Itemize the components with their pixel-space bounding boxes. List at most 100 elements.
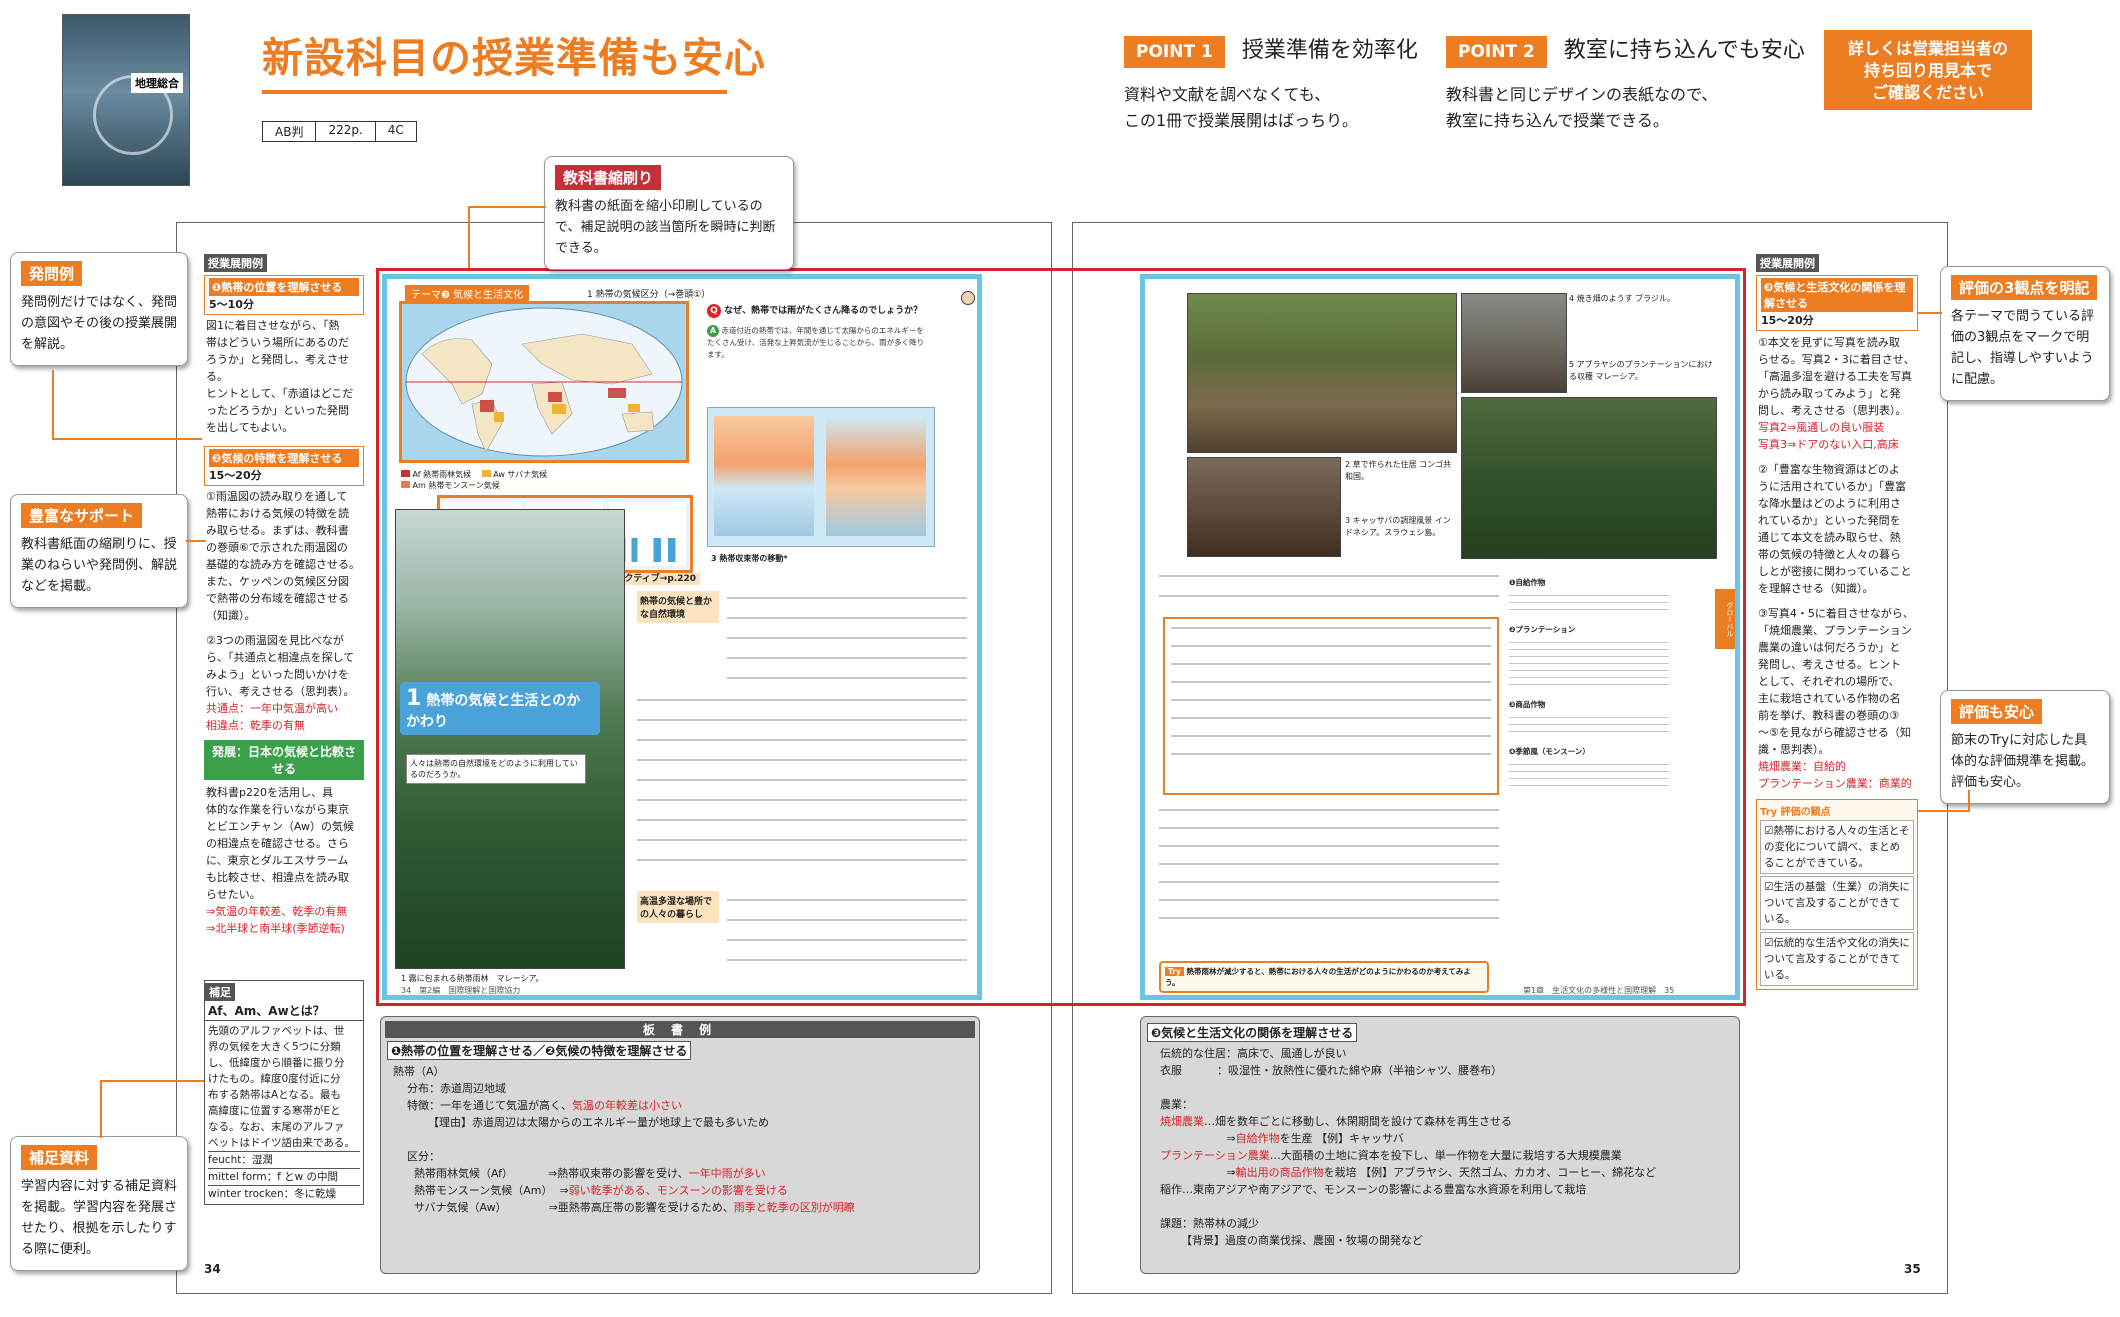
diagram-panel-1 — [714, 416, 814, 536]
text-line: 行い、考えさせる（思判表）。 — [206, 685, 355, 698]
text-line: ②「豊富な生物資源はどのよ — [1758, 463, 1900, 476]
try-text: 熱帯雨林が減少すると、熱帯における人々の生活がどのようにかわるのか考えてみよう。 — [1165, 967, 1471, 987]
objective-2-time: 15～20分 — [209, 469, 262, 482]
diagram-panel-2 — [826, 416, 926, 536]
connector-supplement-v — [100, 1080, 102, 1138]
checkbox-icon: ☑ — [1764, 825, 1774, 837]
connector-three-views — [1918, 312, 1942, 314]
objective-3-time: 15～20分 — [1761, 314, 1814, 327]
callout-support-text: 教科書紙面の縮刷りに、授業のねらいや発問例、解説などを掲載。 — [21, 537, 178, 594]
text-line: の巻頭⑥で示された雨温図の — [206, 541, 348, 554]
point-2: POINT 2 教室に持ち込んでも安心 教科書と同じデザインの表紙なので、 教室… — [1446, 32, 1805, 134]
callout-three-views-tag: 評価の3観点を明記 — [1951, 275, 2098, 300]
glossary: ❶自給作物 ❷プランテーション ❸商品作物 ❹季節風（モンスーン） — [1509, 577, 1669, 792]
board-line: ⇒自給作物を生産 【例】キャッサバ — [1153, 1132, 1404, 1145]
text-line: 前を挙げ、教科書の巻頭の③ — [1758, 709, 1900, 722]
callout-three-views: 評価の3観点を明記 各テーマで問うている評価の3観点をマークで明記し、指導しやす… — [1940, 266, 2110, 401]
board-line: 熱帯（A） — [393, 1065, 445, 1078]
connector-question-v — [52, 370, 54, 440]
point-2-text-2: 教室に持ち込んで授業できる。 — [1446, 111, 1669, 130]
gloss-2: ❷プランテーション — [1509, 625, 1576, 634]
highlight-paragraph — [1163, 617, 1499, 795]
supplement-text: 先頭のアルファベットは、世 界の気候を大きく5つに分類 し、低緯度から順番に振り… — [205, 1021, 363, 1204]
photo-cassava — [1187, 457, 1341, 557]
callout-question-text: 発問例だけではなく、発問の意図やその後の授業展開を解説。 — [21, 295, 178, 352]
subhead-2: 高温多湿な場所での人々の暮らし — [637, 891, 719, 923]
photo-slash-burn — [1461, 293, 1567, 393]
diagram-caption: 3 熱帯収束帯の移動* — [711, 554, 788, 563]
world-map-svg — [405, 307, 683, 457]
point-1-text-1: 資料や文献を調べなくても、 — [1124, 85, 1331, 104]
text-line: らせる。写真2・3に着目させ、 — [1758, 353, 1915, 366]
callout-eval: 評価も安心 節末のTryに対応した具体的な評価規準を掲載。評価も安心。 — [1940, 690, 2110, 804]
red-note: 焼畑農業：自給的 — [1758, 760, 1846, 773]
red-note: プランテーション農業：商業的 — [1758, 777, 1912, 790]
text-line: 熱帯における気候の特徴を読 — [206, 507, 349, 520]
text-line: 主に栽培されている作物の名 — [1758, 692, 1901, 705]
gloss-1: ❶自給作物 — [1509, 578, 1546, 587]
chapter-tab: グローバル — [1715, 589, 1735, 649]
right-side-title: 授業展開例 — [1756, 254, 1819, 272]
spec-size: AB判 — [263, 122, 317, 141]
callout-supplement-tag: 補足資料 — [21, 1145, 98, 1170]
board-line: 焼畑農業…畑を数年ごとに移動し、休閑期間を設けて森林を再生させる — [1160, 1115, 1512, 1128]
text-line: mittel form：f とw の中間 — [208, 1168, 360, 1185]
objective-1: ❶熱帯の位置を理解させる 5～10分 — [204, 275, 364, 315]
try-criteria-head: Try 評価の観点 — [1760, 807, 1831, 818]
legend-swatch-af — [401, 470, 410, 477]
cover-label: 地理総合 — [131, 73, 183, 93]
photo-grass-house — [1187, 293, 1457, 453]
board-example-right: ❸気候と生活文化の関係を理解させる 伝統的な住居：高床で、風通しが良い 衣服 ：… — [1140, 1016, 1740, 1274]
text-line: 先頭のアルファベットは、世 — [208, 1025, 345, 1037]
legend-swatch-am — [401, 481, 410, 488]
board-line: 課題：熱帯林の減少 — [1153, 1217, 1259, 1230]
text-line: 識・思判表）。 — [1758, 743, 1830, 756]
board-left-title: ❶熱帯の位置を理解させる／❷気候の特徴を理解させる — [387, 1041, 692, 1060]
text-line: なる。なお、末尾のアルファ — [208, 1121, 345, 1133]
callout-question-tag: 発問例 — [21, 261, 83, 286]
text-line: から読み取ってみよう」と発 — [1758, 387, 1901, 400]
legend-af: Af 熱帯雨林気候 — [412, 470, 472, 479]
connector-textbook — [468, 206, 470, 268]
text-line: 教科書p220を活用し、具 — [206, 786, 333, 799]
text-line: しとが密接に関わっていること — [1758, 565, 1912, 578]
text-line: ①本文を見ずに写真を読み取 — [1758, 336, 1900, 349]
text-line: 発問し、考えさせる。ヒント — [1758, 658, 1901, 671]
board-line: 【理由】赤道周辺は太陽からのエネルギー量が地球上で最も多いため — [393, 1116, 769, 1129]
callout-support-tag: 豊富なサポート — [21, 503, 143, 528]
text-line: feucht：湿潤 — [208, 1151, 360, 1168]
callout-textbook-tag: 教科書縮刷り — [555, 165, 662, 190]
right-sidebar: 授業展開例 ❸気候と生活文化の関係を理解させる 15～20分 ①本文を見ずに写真… — [1756, 252, 1918, 990]
text-line: 問し、考えさせる（思判表）。 — [1758, 404, 1907, 417]
photo-oil-palm — [1461, 397, 1717, 559]
criteria-text: 熱帯における人々の生活とその変化について調べ、まとめることができている。 — [1764, 825, 1910, 869]
board-line: 熱帯雨林気候（Af） ⇒熱帯収束帯の影響を受け、一年中雨が多い — [393, 1167, 766, 1180]
callout-support: 豊富なサポート 教科書紙面の縮刷りに、授業のねらいや発問例、解説などを掲載。 — [10, 494, 188, 608]
body-text-left-2 — [637, 699, 967, 879]
development-bar: 発展：日本の気候と比較させる — [204, 740, 364, 780]
board-head: 板 書 例 — [385, 1021, 975, 1038]
text-line: 高緯度に位置する寒帯がEと — [208, 1105, 341, 1117]
text-line: を出してもよい。 — [206, 421, 294, 434]
page-footer-left: 34 第2編 国際理解と国際協力 — [401, 986, 521, 995]
criteria-3: ☑伝統的な生活や文化の消失について言及することができている。 — [1760, 932, 1914, 986]
objective-3: ❸気候と生活文化の関係を理解させる 15～20分 — [1756, 275, 1918, 331]
objective-3-title: ❸気候と生活文化の関係を理解させる — [1761, 278, 1913, 312]
criteria-text: 伝統的な生活や文化の消失について言及することができている。 — [1764, 937, 1910, 981]
board-line: プランテーション農業…大面積の土地に資本を投下し、単一作物を大量に栽培する大規模… — [1160, 1149, 1622, 1162]
callout-textbook-text: 教科書の紙面を縮小印刷しているので、補足説明の該当箇所を瞬時に判断できる。 — [555, 199, 776, 256]
red-note: 写真2⇒風通しの良い服装 — [1758, 421, 1885, 434]
text-line: み取らせる。まずは、教科書 — [206, 524, 349, 537]
cta-line-3: ご確認ください — [1871, 83, 1984, 102]
board-line: 農業： — [1153, 1098, 1193, 1111]
connector-eval-v — [1968, 790, 1970, 812]
gloss-3: ❸商品作物 — [1509, 700, 1546, 709]
red-note: ⇒気温の年較差、乾季の有無 — [206, 905, 348, 918]
left-sidebar: 授業展開例 ❶熱帯の位置を理解させる 5～10分 図1に着目させながら、「熱 帯… — [204, 252, 364, 941]
text-line: ①雨温図の読み取りを通して — [206, 490, 348, 503]
callout-eval-tag: 評価も安心 — [1951, 699, 2043, 724]
board-line: 伝統的な住居：高床で、風通しが良い — [1153, 1047, 1347, 1060]
board-line — [393, 1131, 967, 1148]
connector-eval-h — [1918, 810, 1970, 812]
